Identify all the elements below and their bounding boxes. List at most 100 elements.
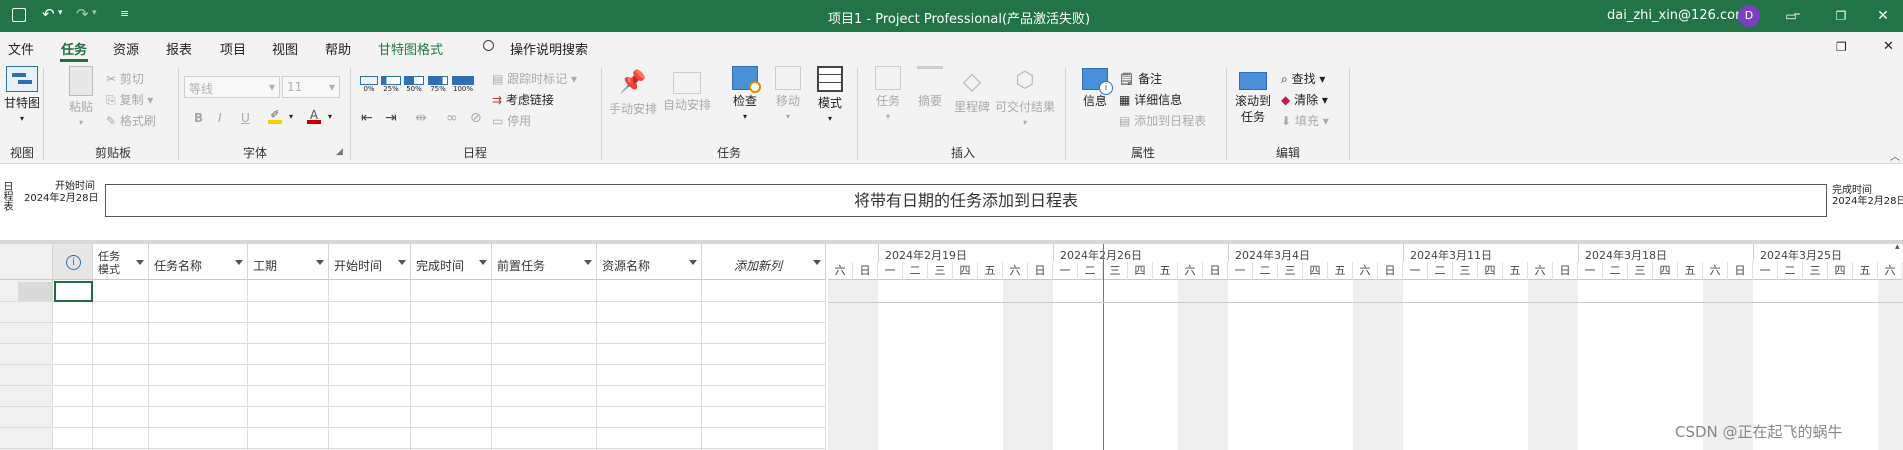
- menu-resource[interactable]: 资源: [113, 39, 139, 58]
- menu-project[interactable]: 项目: [220, 39, 246, 58]
- insert-deliverable-button[interactable]: ⬡ 可交付结果 ▾: [994, 66, 1056, 131]
- font-size-combo[interactable]: 11 ▾: [282, 76, 340, 98]
- clear-button[interactable]: ◆ 清除 ▾: [1281, 91, 1328, 108]
- collapse-ribbon-icon[interactable]: ︿: [1890, 148, 1900, 163]
- insert-milestone-button[interactable]: ◇ 里程碑: [954, 66, 990, 115]
- format-painter-button[interactable]: ✎ 格式刷: [106, 112, 156, 129]
- font-color-button[interactable]: A: [307, 108, 321, 124]
- menu-task[interactable]: 任务: [61, 39, 87, 58]
- undo-dropdown-icon[interactable]: ▾: [58, 8, 63, 18]
- add-new-filter-icon[interactable]: [813, 260, 821, 265]
- copy-button[interactable]: ⎘ 复制 ▾: [106, 91, 153, 108]
- table-row[interactable]: [0, 344, 826, 365]
- table-row[interactable]: [0, 428, 826, 449]
- menu-help[interactable]: 帮助: [325, 39, 351, 58]
- column-predecessors[interactable]: 前置任务: [492, 244, 597, 280]
- start-filter-icon[interactable]: [398, 260, 406, 265]
- timeline-bar[interactable]: 将带有日期的任务添加到日程表: [105, 184, 1827, 217]
- percent-100-button[interactable]: 100%: [452, 76, 474, 93]
- font-dialog-launcher-icon[interactable]: ◢: [336, 147, 343, 157]
- restore-icon[interactable]: ❐: [1826, 6, 1856, 26]
- table-row[interactable]: [0, 281, 826, 302]
- link-tasks-icon[interactable]: ∞: [446, 110, 458, 126]
- column-resource-names[interactable]: 资源名称: [597, 244, 702, 280]
- percent-0-button[interactable]: 0%: [360, 76, 378, 93]
- redo-icon[interactable]: ↷: [76, 5, 89, 23]
- column-task-mode[interactable]: 任务 模式: [93, 244, 149, 280]
- cut-button[interactable]: ✂ 剪切: [106, 70, 144, 87]
- fill-icon: ⬇: [1281, 114, 1292, 128]
- percent-75-button[interactable]: 75%: [428, 76, 448, 93]
- close-icon[interactable]: ✕: [1868, 6, 1898, 26]
- paste-button[interactable]: 粘贴 ▾: [63, 66, 99, 131]
- menu-report[interactable]: 报表: [166, 39, 192, 58]
- move-button[interactable]: 移动 ▾: [770, 66, 806, 125]
- outdent-icon[interactable]: ⇤: [361, 110, 373, 126]
- timescale-week-divider: [1228, 244, 1229, 262]
- resource-names-filter-icon[interactable]: [689, 260, 697, 265]
- customize-qat-icon[interactable]: ≡: [120, 7, 129, 20]
- find-button[interactable]: ⌕ 查找 ▾: [1281, 70, 1325, 87]
- tell-me-search[interactable]: 操作说明搜索: [510, 39, 588, 58]
- undo-icon[interactable]: ↶: [42, 5, 55, 23]
- menu-file[interactable]: 文件: [8, 39, 34, 58]
- gantt-chart-button[interactable]: 甘特图 ▾: [3, 66, 41, 127]
- font-color-dropdown-icon[interactable]: ▾: [328, 112, 332, 121]
- italic-button[interactable]: I: [218, 111, 222, 125]
- bold-button[interactable]: B: [194, 111, 203, 125]
- table-row[interactable]: [0, 407, 826, 428]
- minimise-icon[interactable]: –: [1782, 4, 1812, 24]
- selected-cell[interactable]: [54, 281, 93, 302]
- select-all-corner[interactable]: [0, 244, 53, 280]
- redo-dropdown-icon[interactable]: ▾: [92, 8, 97, 18]
- percent-25-button[interactable]: 25%: [381, 76, 401, 93]
- avatar[interactable]: D: [1738, 5, 1760, 27]
- table-row[interactable]: [0, 302, 826, 323]
- mark-on-track-button[interactable]: ▤ 跟踪时标记 ▾: [492, 70, 577, 87]
- column-start[interactable]: 开始时间: [329, 244, 411, 280]
- save-icon[interactable]: [12, 8, 26, 22]
- inspect-button[interactable]: 检查 ▾: [727, 66, 763, 125]
- column-duration[interactable]: 工期: [248, 244, 329, 280]
- add-to-timeline-button[interactable]: ▤ 添加到日程表: [1119, 112, 1206, 129]
- font-name-combo[interactable]: 等线 ▾: [184, 76, 280, 98]
- gantt-scroll-arrow-icon[interactable]: ▴: [1895, 244, 1900, 252]
- menu-gantt-format[interactable]: 甘特图格式: [378, 39, 443, 58]
- table-row[interactable]: [0, 386, 826, 407]
- underline-button[interactable]: U: [241, 111, 250, 125]
- indent-icon[interactable]: ⇥: [385, 110, 397, 126]
- notes-button[interactable]: 🗒 备注: [1119, 70, 1162, 87]
- respect-links-button[interactable]: ⇉ 考虑链接: [492, 91, 554, 108]
- information-button[interactable]: i 信息: [1078, 66, 1113, 109]
- duration-filter-icon[interactable]: [316, 260, 324, 265]
- table-row[interactable]: [0, 365, 826, 386]
- manually-schedule-button[interactable]: 📌 手动安排: [608, 68, 658, 117]
- timescale-day: 五: [1153, 262, 1178, 280]
- insert-task-button[interactable]: 任务 ▾: [870, 66, 906, 125]
- column-task-name[interactable]: 任务名称: [149, 244, 248, 280]
- auto-schedule-button[interactable]: 自动安排: [662, 68, 712, 113]
- close-document-icon[interactable]: ✕: [1883, 39, 1894, 54]
- inactivate-button[interactable]: ▭ 停用: [492, 112, 531, 129]
- split-task-icon[interactable]: ⇹: [415, 110, 427, 126]
- window-restore-icon[interactable]: ❐: [1836, 40, 1847, 54]
- scroll-to-task-button[interactable]: 滚动到 任务: [1232, 66, 1274, 125]
- column-add-new[interactable]: 添加新列: [702, 244, 826, 280]
- percent-50-button[interactable]: 50%: [404, 76, 424, 93]
- details-button[interactable]: ▦ 详细信息: [1119, 91, 1182, 108]
- column-indicators[interactable]: i: [53, 244, 93, 280]
- menu-view[interactable]: 视图: [272, 39, 298, 58]
- highlight-dropdown-icon[interactable]: ▾: [289, 112, 293, 121]
- user-email[interactable]: dai_zhi_xin@126.com: [1607, 8, 1748, 23]
- unlink-tasks-icon[interactable]: ⊘: [470, 110, 482, 126]
- mode-button[interactable]: 模式 ▾: [812, 66, 848, 127]
- insert-summary-button[interactable]: 摘要: [912, 66, 948, 109]
- highlight-color-icon[interactable]: ✐: [268, 108, 282, 124]
- predecessors-filter-icon[interactable]: [584, 260, 592, 265]
- table-row[interactable]: [0, 323, 826, 344]
- task-name-filter-icon[interactable]: [235, 260, 243, 265]
- column-finish[interactable]: 完成时间: [411, 244, 492, 280]
- task-mode-filter-icon[interactable]: [136, 260, 144, 265]
- fill-button[interactable]: ⬇ 填充 ▾: [1281, 112, 1329, 129]
- finish-filter-icon[interactable]: [479, 260, 487, 265]
